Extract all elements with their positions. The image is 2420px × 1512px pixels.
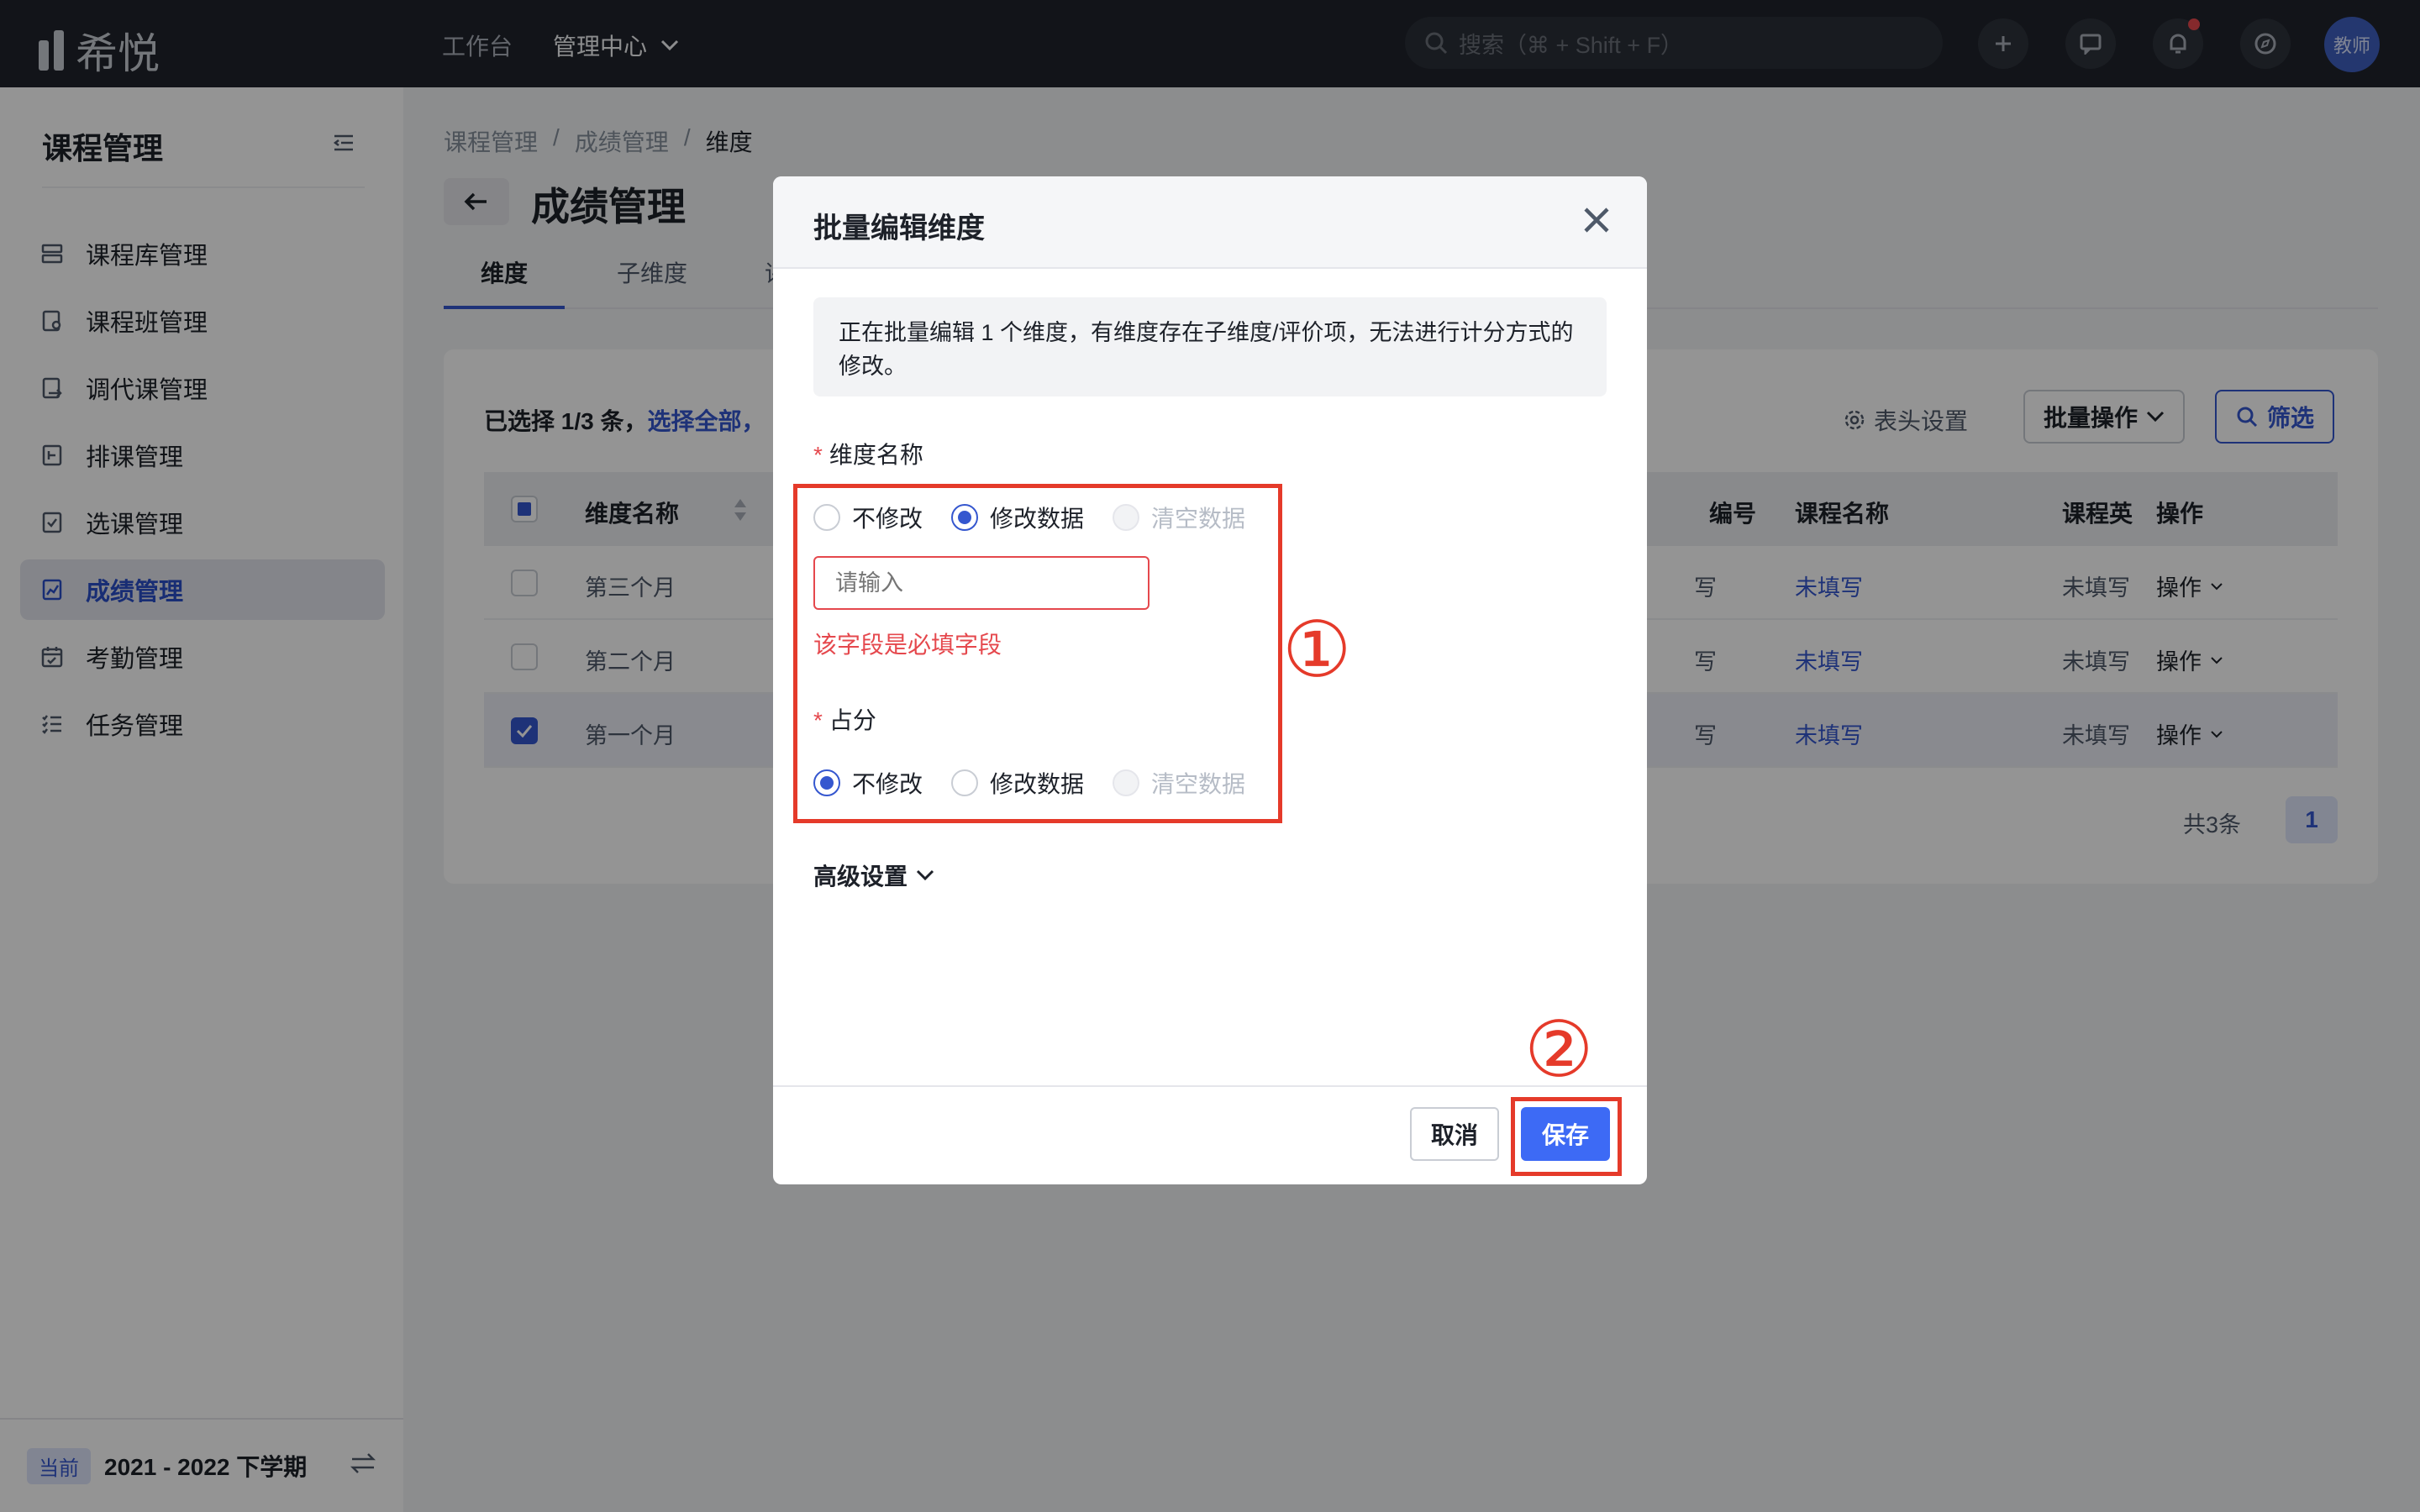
advanced-settings-label: 高级设置 bbox=[813, 864, 908, 890]
field-label-dimension-name: * 维度名称 bbox=[813, 437, 923, 470]
batch-edit-notice: 正在批量编辑 1 个维度，有维度存在子维度/评价项，无法进行计分方式的修改。 bbox=[813, 297, 1607, 396]
modal-title: 批量编辑维度 bbox=[813, 213, 985, 244]
close-icon[interactable] bbox=[1581, 205, 1612, 235]
modal-footer-divider bbox=[773, 1085, 1647, 1087]
chevron-down-icon bbox=[916, 869, 934, 881]
field-label-text: 维度名称 bbox=[829, 442, 923, 468]
cancel-button[interactable]: 取消 bbox=[1410, 1107, 1499, 1161]
annotation-box-1 bbox=[793, 484, 1282, 823]
modal-header: 批量编辑维度 bbox=[773, 176, 1647, 269]
annotation-box-2 bbox=[1511, 1097, 1622, 1176]
annotation-number-1: ① bbox=[1282, 605, 1352, 695]
advanced-settings-toggle[interactable]: 高级设置 bbox=[813, 858, 934, 892]
annotation-number-2: ② bbox=[1524, 1005, 1594, 1095]
required-mark: * bbox=[813, 442, 823, 468]
